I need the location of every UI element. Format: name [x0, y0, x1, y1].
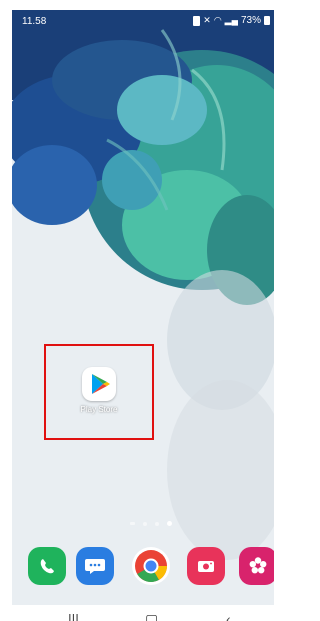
phone-icon	[40, 559, 54, 574]
status-bar: 11.58 ✕ ◠ ▂▄ 73%	[12, 10, 274, 34]
highlight-annotation	[44, 344, 154, 440]
messages-app[interactable]	[76, 547, 114, 585]
home-icon[interactable]: ▢	[145, 611, 158, 621]
page-dot-active[interactable]	[167, 521, 172, 526]
battery-percent: 73%	[240, 15, 261, 26]
page-indicator[interactable]	[130, 521, 172, 526]
chrome-icon	[135, 550, 168, 583]
gallery-app[interactable]	[239, 547, 274, 585]
gallery-icon	[249, 557, 267, 574]
status-time: 11.58	[22, 16, 47, 27]
messages-icon	[85, 559, 105, 574]
chrome-app[interactable]	[132, 547, 170, 585]
back-icon[interactable]: ‹	[226, 611, 231, 621]
battery-saver-icon	[193, 15, 201, 26]
wifi-icon: ◠	[213, 15, 222, 25]
wallpaper	[12, 10, 274, 621]
home-screen: 11.58 ✕ ◠ ▂▄ 73% Play Store ||| ▢ ‹	[12, 10, 274, 621]
page-dot[interactable]	[155, 521, 159, 526]
camera-app[interactable]	[187, 547, 225, 585]
page-dot[interactable]	[143, 521, 147, 526]
mute-icon: ✕	[203, 15, 211, 25]
camera-icon	[198, 561, 214, 572]
signal-icon: ▂▄	[224, 15, 238, 25]
battery-icon	[264, 16, 270, 25]
dock	[28, 547, 274, 587]
status-icons: ✕ ◠ ▂▄ 73%	[193, 15, 270, 26]
recents-icon[interactable]: |||	[68, 611, 79, 621]
page-dot-home[interactable]	[130, 522, 135, 525]
phone-frame: 11.58 ✕ ◠ ▂▄ 73% Play Store ||| ▢ ‹	[0, 0, 287, 621]
phone-app[interactable]	[28, 547, 66, 585]
navigation-bar: ||| ▢ ‹	[12, 605, 274, 621]
